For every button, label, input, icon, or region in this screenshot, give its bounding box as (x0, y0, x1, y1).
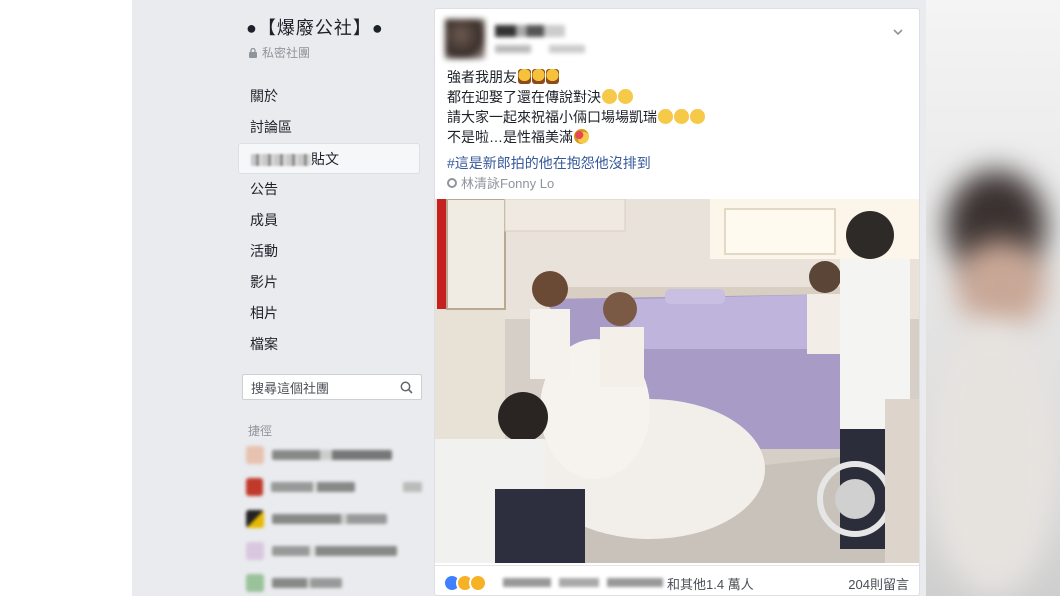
shortcut-avatar (246, 574, 264, 592)
blurred-text (272, 514, 387, 524)
nav-item-photos[interactable]: 相片 (238, 298, 422, 329)
nav-item-discussion[interactable]: 討論區 (238, 112, 422, 143)
shortcut-avatar (246, 478, 263, 496)
post-line: 請大家一起來祝福小倆口場場凱瑞 (447, 107, 705, 127)
nav-item-posts-label: 貼文 (311, 151, 339, 167)
reaction-count[interactable]: 和其他1.4 萬人 (667, 574, 754, 593)
unamused-emoji-icon (602, 89, 617, 104)
wow-reaction-icon (469, 574, 487, 592)
lock-icon (249, 47, 257, 58)
nav-item-files[interactable]: 檔案 (238, 329, 422, 360)
post-line: 強者我朋友 (447, 67, 705, 87)
nav-item-events[interactable]: 活動 (238, 236, 422, 267)
nav-item-videos[interactable]: 影片 (238, 267, 422, 298)
blurred-text (272, 546, 397, 556)
group-post: 強者我朋友 都在迎娶了還在傳說對決 請大家一起來祝福小倆口場場凱瑞 不是啦…是性… (434, 8, 920, 596)
blurred-face (956, 240, 1046, 330)
blurred-background-photo (926, 0, 1060, 596)
post-line-text: 請大家一起來祝福小倆口場場凱瑞 (447, 109, 657, 125)
shortcut-item[interactable] (238, 503, 422, 535)
wedding-photo (435, 199, 919, 563)
beer-emoji-icon (546, 69, 559, 84)
group-nav: 關於 討論區 貼文 公告 成員 活動 影片 相片 檔案 (238, 81, 422, 360)
blurred-text (272, 578, 342, 588)
post-line: 都在迎娶了還在傳說對決 (447, 87, 705, 107)
blurred-badge (403, 482, 422, 492)
shortcut-item[interactable] (238, 535, 422, 567)
blurred-text (272, 450, 392, 460)
facebook-group-page: ●【爆廢公社】● 私密社團 關於 討論區 貼文 公告 成員 活動 影片 相片 檔… (132, 0, 926, 596)
blurred-post-meta (495, 45, 585, 53)
comment-count[interactable]: 204則留言 (848, 574, 909, 593)
tag-icon (447, 177, 457, 188)
unamused-emoji-icon (618, 89, 633, 104)
nav-item-members[interactable]: 成員 (238, 205, 422, 236)
post-text: 強者我朋友 都在迎娶了還在傳說對決 請大家一起來祝福小倆口場場凱瑞 不是啦…是性… (447, 67, 705, 147)
blurred-reactor-names[interactable] (503, 578, 663, 587)
shortcut-avatar (246, 446, 264, 464)
beer-emoji-icon (518, 69, 531, 84)
post-line: 不是啦…是性福美滿 (447, 127, 705, 147)
nav-item-about[interactable]: 關於 (238, 81, 422, 112)
post-line-text: 強者我朋友 (447, 69, 517, 85)
shortcut-item[interactable] (238, 439, 422, 471)
blurred-author-name[interactable] (495, 25, 565, 37)
post-footer: 和其他1.4 萬人 204則留言 (435, 565, 919, 595)
shortcut-avatar (246, 542, 264, 560)
group-search-input[interactable]: 搜尋這個社團 (242, 374, 422, 400)
post-photo[interactable] (435, 199, 919, 563)
photo-tag[interactable]: 林清詠Fonny Lo (447, 173, 554, 192)
post-hashtag[interactable]: #這是新郎拍的他在抱怨他沒排到 (447, 153, 651, 173)
blurred-text (251, 154, 311, 167)
post-line-text: 都在迎娶了還在傳說對決 (447, 89, 601, 105)
nav-item-announcements[interactable]: 公告 (238, 174, 422, 205)
group-title[interactable]: ●【爆廢公社】● (238, 14, 422, 40)
nav-item-posts[interactable]: 貼文 (238, 143, 420, 174)
search-icon[interactable] (400, 381, 413, 394)
chevron-down-icon[interactable] (891, 25, 905, 39)
shortcut-item[interactable] (238, 567, 422, 596)
couple-heart-emoji-icon (574, 129, 589, 144)
search-placeholder: 搜尋這個社團 (251, 380, 330, 396)
group-privacy: 私密社團 (238, 44, 422, 61)
beer-emoji-icon (532, 69, 545, 84)
blurred-text (270, 482, 356, 492)
author-avatar[interactable] (445, 19, 485, 59)
grin-emoji-icon (658, 109, 673, 124)
shortcuts-list (238, 439, 422, 596)
reaction-icons[interactable] (443, 574, 487, 592)
blurred-body (926, 320, 1060, 596)
shortcut-item[interactable] (238, 471, 422, 503)
post-line-text: 不是啦…是性福美滿 (447, 129, 573, 145)
grin-emoji-icon (674, 109, 689, 124)
post-header (445, 19, 911, 69)
tag-name[interactable]: 林清詠Fonny Lo (461, 173, 554, 192)
shortcut-avatar (246, 510, 264, 528)
shortcuts-label: 捷徑 (248, 424, 273, 438)
privacy-label: 私密社團 (262, 46, 311, 60)
group-sidebar: ●【爆廢公社】● 私密社團 關於 討論區 貼文 公告 成員 活動 影片 相片 檔… (238, 14, 422, 596)
grin-emoji-icon (690, 109, 705, 124)
